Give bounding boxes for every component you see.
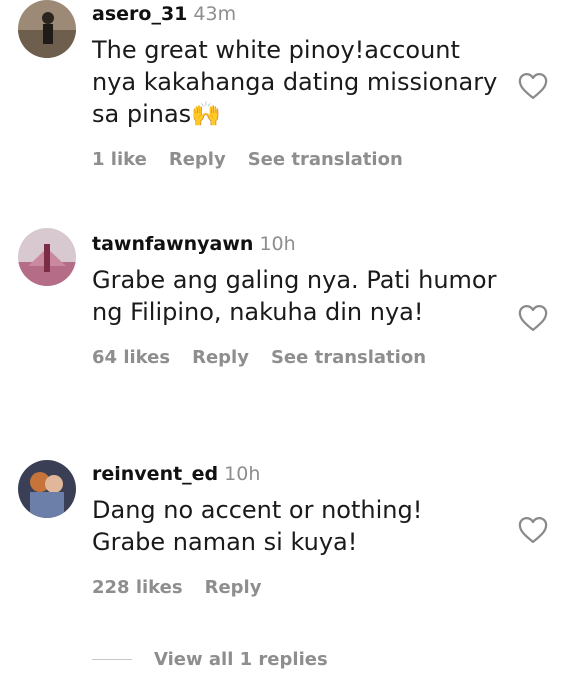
avatar-image-icon (18, 460, 76, 518)
replies-divider (92, 658, 132, 660)
like-button[interactable] (518, 516, 548, 544)
comment-text: Dang no accent or nothing! Grabe naman s… (92, 496, 423, 556)
heart-outline-icon (518, 517, 548, 543)
username[interactable]: reinvent_ed (92, 463, 218, 485)
view-replies-button[interactable]: View all 1 replies (92, 646, 328, 672)
timestamp: 10h (224, 463, 261, 485)
comment-header: reinvent_ed 10h (92, 462, 502, 486)
likes-count[interactable]: 228 likes (92, 577, 183, 598)
avatar[interactable] (18, 460, 76, 518)
comment-item: reinvent_ed 10h Dang no accent or nothing… (0, 0, 575, 640)
comment-actions: 228 likes Reply (92, 576, 502, 600)
view-replies-label: View all 1 replies (154, 648, 328, 670)
reply-button[interactable]: Reply (205, 577, 262, 598)
